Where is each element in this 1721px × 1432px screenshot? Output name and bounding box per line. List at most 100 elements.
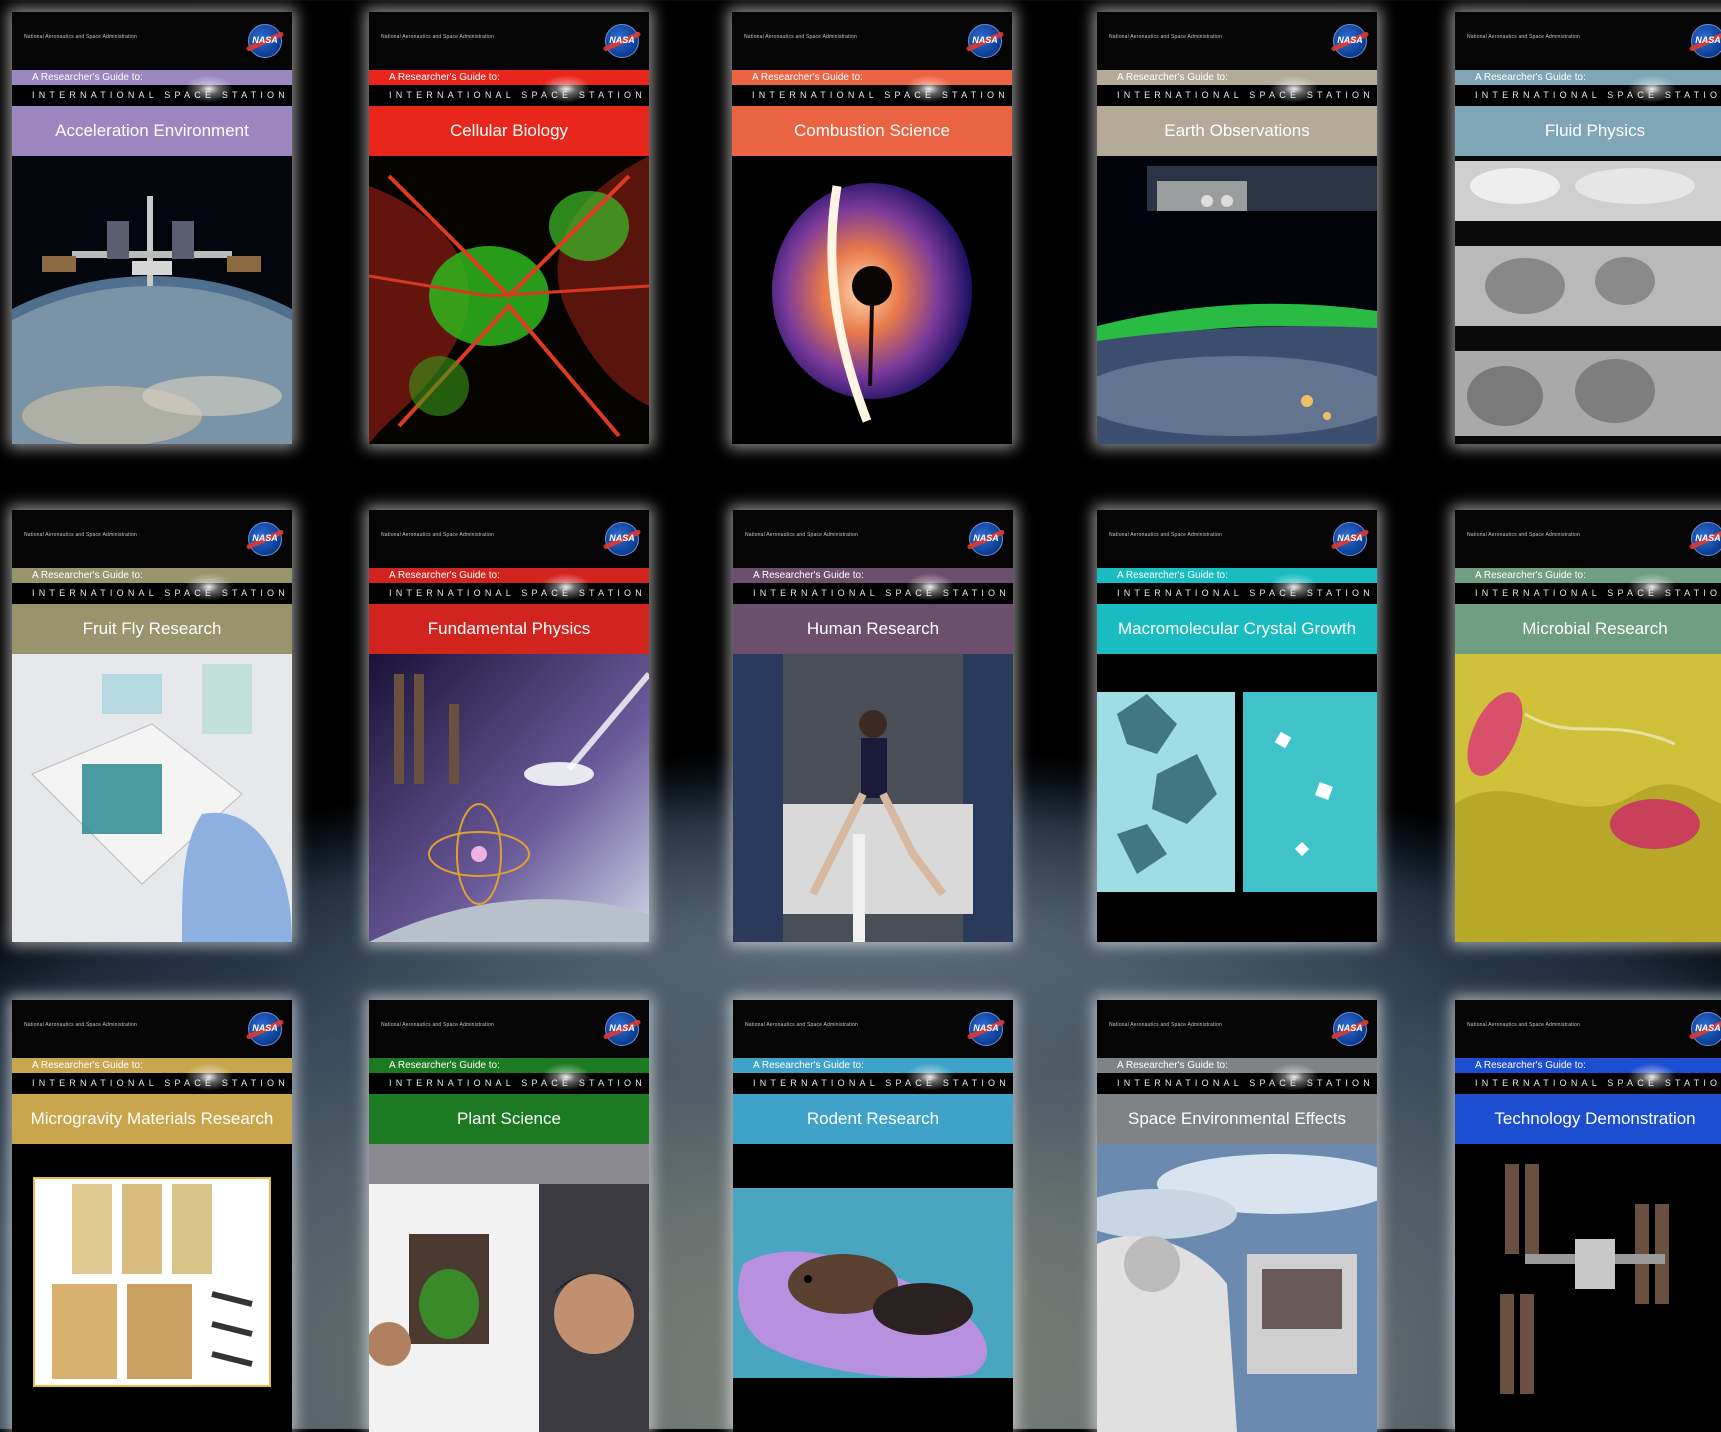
booklet-space-environmental-effects: National Aeronautics and Space Administr… xyxy=(1097,1000,1377,1432)
booklet-header: National Aeronautics and Space Administr… xyxy=(12,12,292,70)
logo-text: NASA xyxy=(609,35,635,45)
agency-name: National Aeronautics and Space Administr… xyxy=(381,532,494,538)
agency-name: National Aeronautics and Space Administr… xyxy=(1467,34,1580,40)
lens-flare xyxy=(539,1062,593,1092)
nasa-logo-icon: NASA xyxy=(969,1012,1003,1046)
logo-text: NASA xyxy=(252,533,278,543)
station-label: INTERNATIONAL SPACE STATION xyxy=(369,85,649,106)
lens-flare xyxy=(1267,74,1321,104)
booklet-acceleration-environment: National Aeronautics and Space Administr… xyxy=(12,12,292,444)
agency-name: National Aeronautics and Space Administr… xyxy=(745,532,858,538)
guide-label: A Researcher's Guide to: xyxy=(1455,1058,1721,1073)
guide-label: A Researcher's Guide to: xyxy=(12,1058,292,1073)
logo-text: NASA xyxy=(609,1023,635,1033)
station-label: INTERNATIONAL SPACE STATION xyxy=(1097,583,1377,604)
atom-and-iss-image xyxy=(369,654,649,942)
booklet-title: Fundamental Physics xyxy=(369,604,649,654)
nasa-logo-icon: NASA xyxy=(605,522,639,556)
iss-in-space-image xyxy=(1455,1144,1721,1432)
lens-flare xyxy=(539,74,593,104)
nasa-logo-icon: NASA xyxy=(1691,522,1721,556)
logo-text: NASA xyxy=(1337,1023,1363,1033)
booklet-title: Technology Demonstration xyxy=(1455,1094,1721,1144)
station-label: INTERNATIONAL SPACE STATION xyxy=(12,583,292,604)
station-label: INTERNATIONAL SPACE STATION xyxy=(733,1073,1013,1094)
guide-label: A Researcher's Guide to: xyxy=(12,568,292,583)
logo-text: NASA xyxy=(252,35,278,45)
booklet-technology-demonstration: National Aeronautics and Space Administr… xyxy=(1455,1000,1721,1432)
booklet-title: Fluid Physics xyxy=(1455,106,1721,156)
logo-text: NASA xyxy=(973,1023,999,1033)
booklet-header: National Aeronautics and Space Administr… xyxy=(369,1000,649,1058)
nasa-logo-icon: NASA xyxy=(605,1012,639,1046)
lens-flare xyxy=(182,1062,236,1092)
booklet-human-research: National Aeronautics and Space Administr… xyxy=(733,510,1013,942)
nasa-logo-icon: NASA xyxy=(248,24,282,58)
agency-name: National Aeronautics and Space Administr… xyxy=(24,34,137,40)
lens-flare xyxy=(539,572,593,602)
guide-label: A Researcher's Guide to: xyxy=(12,70,292,85)
lens-flare xyxy=(902,74,956,104)
guide-label: A Researcher's Guide to: xyxy=(732,70,1012,85)
nasa-logo-icon: NASA xyxy=(1333,24,1367,58)
station-label: INTERNATIONAL SPACE STATION xyxy=(369,583,649,604)
logo-text: NASA xyxy=(1337,533,1363,543)
station-label: INTERNATIONAL SPACE STATION xyxy=(1455,1073,1721,1094)
fruit-fly-habitat-image xyxy=(12,654,292,942)
guide-label: A Researcher's Guide to: xyxy=(1097,70,1377,85)
nasa-logo-icon: NASA xyxy=(968,24,1002,58)
booklet-header: National Aeronautics and Space Administr… xyxy=(1455,510,1721,568)
bacteria-micrograph-image xyxy=(1455,654,1721,942)
lens-flare xyxy=(903,1062,957,1092)
booklet-microbial-research: National Aeronautics and Space Administr… xyxy=(1455,510,1721,942)
booklet-title: Human Research xyxy=(733,604,1013,654)
booklet-title: Earth Observations xyxy=(1097,106,1377,156)
agency-name: National Aeronautics and Space Administr… xyxy=(24,532,137,538)
logo-text: NASA xyxy=(1695,35,1721,45)
booklet-title: Rodent Research xyxy=(733,1094,1013,1144)
nasa-logo-icon: NASA xyxy=(248,522,282,556)
guide-label: A Researcher's Guide to: xyxy=(1097,568,1377,583)
booklet-macromolecular-crystal-growth: National Aeronautics and Space Administr… xyxy=(1097,510,1377,942)
booklet-header: National Aeronautics and Space Administr… xyxy=(369,510,649,568)
station-label: INTERNATIONAL SPACE STATION xyxy=(733,583,1013,604)
booklet-header: National Aeronautics and Space Administr… xyxy=(12,1000,292,1058)
lens-flare xyxy=(182,572,236,602)
nasa-logo-icon: NASA xyxy=(1333,1012,1367,1046)
nasa-logo-icon: NASA xyxy=(969,522,1003,556)
station-label: INTERNATIONAL SPACE STATION xyxy=(12,1073,292,1094)
agency-name: National Aeronautics and Space Administr… xyxy=(24,1022,137,1028)
booklet-header: National Aeronautics and Space Administr… xyxy=(12,510,292,568)
booklet-header: National Aeronautics and Space Administr… xyxy=(1097,1000,1377,1058)
guide-label: A Researcher's Guide to: xyxy=(733,1058,1013,1073)
guide-label: A Researcher's Guide to: xyxy=(1455,70,1721,85)
station-label: INTERNATIONAL SPACE STATION xyxy=(1455,583,1721,604)
nasa-logo-icon: NASA xyxy=(1691,1012,1721,1046)
iss-over-earth-image xyxy=(12,156,292,444)
agency-name: National Aeronautics and Space Administr… xyxy=(1109,34,1222,40)
booklet-title: Macromolecular Crystal Growth xyxy=(1097,604,1377,654)
booklet-fluid-physics: National Aeronautics and Space Administr… xyxy=(1455,12,1721,444)
earth-at-night-image xyxy=(1097,156,1377,444)
booklet-header: National Aeronautics and Space Administr… xyxy=(1455,1000,1721,1058)
spacewalk-experiment-image xyxy=(1097,1144,1377,1432)
agency-name: National Aeronautics and Space Administr… xyxy=(1467,1022,1580,1028)
protein-crystals-image xyxy=(1097,654,1377,942)
booklet-plant-science: National Aeronautics and Space Administr… xyxy=(369,1000,649,1432)
lens-flare xyxy=(1625,74,1679,104)
guide-label: A Researcher's Guide to: xyxy=(733,568,1013,583)
lens-flare xyxy=(182,74,236,104)
nasa-logo-icon: NASA xyxy=(248,1012,282,1046)
booklet-title: Fruit Fly Research xyxy=(12,604,292,654)
nasa-logo-icon: NASA xyxy=(605,24,639,58)
flame-sphere-image xyxy=(732,156,1012,444)
lens-flare xyxy=(1267,1062,1321,1092)
station-label: INTERNATIONAL SPACE STATION xyxy=(732,85,1012,106)
booklet-title: Microbial Research xyxy=(1455,604,1721,654)
logo-text: NASA xyxy=(609,533,635,543)
lens-flare xyxy=(903,572,957,602)
station-label: INTERNATIONAL SPACE STATION xyxy=(12,85,292,106)
agency-name: National Aeronautics and Space Administr… xyxy=(381,1022,494,1028)
logo-text: NASA xyxy=(1695,533,1721,543)
logo-text: NASA xyxy=(973,533,999,543)
